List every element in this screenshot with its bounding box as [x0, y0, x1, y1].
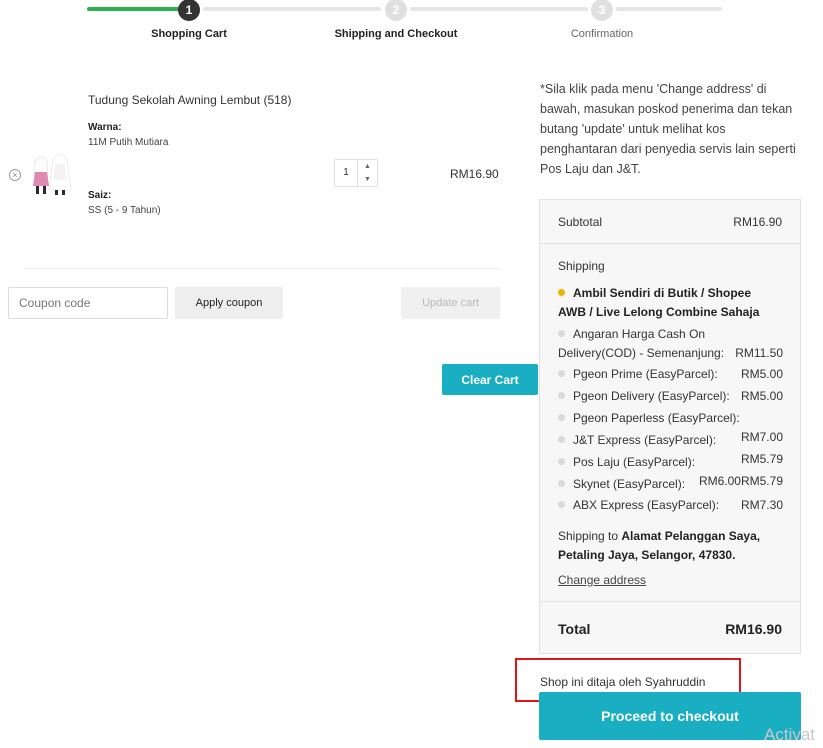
variation-size-value: SS (5 - 9 Tahun)	[88, 205, 161, 216]
quantity-stepper[interactable]: 1 ▲ ▼	[334, 159, 378, 187]
shipping-option[interactable]: J&T Express (EasyParcel):	[558, 433, 716, 447]
shipping-label: Shipping	[558, 259, 605, 273]
step-3-label: Confirmation	[570, 28, 634, 40]
clear-cart-button[interactable]: Clear Cart	[442, 364, 538, 395]
radio-icon[interactable]	[558, 436, 565, 444]
shipping-option-label[interactable]: Angaran Harga Cash On	[573, 327, 705, 341]
shipping-option-price: RM5.79	[740, 452, 783, 466]
product-thumbnail[interactable]	[27, 150, 75, 198]
total-label: Total	[558, 621, 591, 637]
coupon-code-input[interactable]	[8, 287, 168, 319]
total-row: Total RM16.90	[558, 621, 782, 637]
divider	[24, 268, 500, 269]
apply-coupon-button[interactable]: Apply coupon	[175, 287, 283, 319]
radio-icon[interactable]	[558, 414, 565, 422]
shipping-to-prefix: Shipping to	[558, 529, 622, 543]
radio-icon[interactable]	[558, 480, 565, 488]
radio-icon[interactable]	[558, 392, 565, 400]
progress-segment	[410, 7, 588, 11]
shipping-destination-cont: Petaling Jaya, Selangor, 47830.	[558, 548, 735, 562]
sponsor-text: Shop ini ditaja oleh Syahruddin	[540, 675, 706, 689]
cart-totals: Subtotal RM16.90 Shipping Ambil Sendiri …	[539, 199, 801, 654]
subtotal-label: Subtotal	[558, 215, 603, 229]
shipping-option-label[interactable]: Pgeon Prime (EasyParcel):	[573, 367, 718, 381]
subtotal-value: RM16.90	[733, 215, 782, 229]
variation-color-value: 11M Putih Mutiara	[88, 137, 169, 148]
shipping-option[interactable]: Skynet (EasyParcel):	[558, 477, 685, 491]
step-2-circle[interactable]: 2	[385, 0, 407, 21]
shipping-option[interactable]: Pgeon Prime (EasyParcel):	[558, 367, 718, 381]
shipping-option-label[interactable]: Ambil Sendiri di Butik / Shopee	[573, 286, 751, 300]
chevron-down-icon[interactable]: ▼	[358, 173, 377, 186]
step-1-circle[interactable]: 1	[178, 0, 200, 21]
radio-icon[interactable]	[558, 330, 565, 338]
shipping-address-suffix: .	[732, 548, 736, 562]
shipping-option[interactable]: Pgeon Paperless (EasyParcel):	[558, 411, 740, 425]
divider	[540, 243, 800, 244]
shipping-note: *Sila klik pada menu 'Change address' di…	[540, 82, 796, 176]
shipping-option-price: RM5.00	[740, 367, 783, 381]
product-title[interactable]: Tudung Sekolah Awning Lembut (518)	[88, 93, 291, 107]
shipping-option-price: RM5.00	[740, 389, 783, 403]
divider	[540, 601, 800, 602]
subtotal-row: Subtotal RM16.90	[558, 215, 782, 229]
shipping-option-price: RM6.00RM5.79	[698, 474, 783, 488]
radio-icon[interactable]	[558, 501, 565, 509]
update-cart-button[interactable]: Update cart	[401, 287, 500, 319]
shipping-destination: Shipping to Alamat Pelanggan Saya,	[558, 529, 760, 543]
quantity-value[interactable]: 1	[335, 160, 357, 186]
shipping-option-pickup[interactable]: Ambil Sendiri di Butik / Shopee	[558, 286, 751, 300]
shipping-option-label-cont[interactable]: Delivery(COD) - Semenanjung:	[558, 346, 724, 360]
remove-item-icon[interactable]: ×	[9, 169, 21, 181]
item-subtotal: RM16.90	[450, 167, 499, 181]
shipping-option[interactable]: Pos Laju (EasyParcel):	[558, 455, 695, 469]
shipping-address: Alamat Pelanggan Saya,	[621, 529, 761, 543]
activation-watermark: Activat	[764, 725, 816, 744]
step-3-circle: 3	[591, 0, 613, 21]
change-address-text[interactable]: Change address	[558, 573, 646, 587]
variation-color-label: Warna:	[88, 122, 122, 133]
progress-segment	[203, 7, 381, 11]
progress-segment-done	[87, 7, 180, 11]
progress-segment	[616, 7, 722, 11]
shipping-option[interactable]: ABX Express (EasyParcel):	[558, 498, 719, 512]
shipping-address-city: Petaling Jaya, Selangor, 47830	[558, 548, 733, 562]
shipping-option-label[interactable]: Pgeon Paperless (EasyParcel):	[573, 411, 740, 425]
shipping-option-label[interactable]: ABX Express (EasyParcel):	[573, 498, 719, 512]
shipping-option-cod[interactable]: Angaran Harga Cash On	[558, 327, 705, 341]
shipping-option-price: RM7.30	[740, 498, 783, 512]
change-address-link[interactable]: Change address	[558, 573, 646, 587]
step-1-label[interactable]: Shopping Cart	[151, 28, 227, 40]
shipping-option[interactable]: Pgeon Delivery (EasyParcel):	[558, 389, 730, 403]
shipping-option-price: RM7.00	[740, 430, 783, 444]
shipping-option-label[interactable]: J&T Express (EasyParcel):	[573, 433, 716, 447]
shipping-option-label-cont[interactable]: AWB / Live Lelong Combine Sahaja	[558, 305, 759, 319]
variation-size-label: Saiz:	[88, 190, 112, 201]
shipping-option-label[interactable]: Pgeon Delivery (EasyParcel):	[573, 389, 730, 403]
radio-selected-icon[interactable]	[558, 289, 565, 297]
chevron-up-icon[interactable]: ▲	[358, 160, 377, 173]
shipping-option-label[interactable]: Skynet (EasyParcel):	[573, 477, 685, 491]
quantity-spinner[interactable]: ▲ ▼	[357, 160, 377, 186]
radio-icon[interactable]	[558, 370, 565, 378]
shipping-option-price: RM11.50	[735, 346, 783, 360]
step-2-label[interactable]: Shipping and Checkout	[335, 28, 458, 40]
total-value: RM16.90	[725, 621, 782, 637]
proceed-to-checkout-button[interactable]: Proceed to checkout	[539, 692, 801, 740]
shipping-option-label[interactable]: Pos Laju (EasyParcel):	[573, 455, 695, 469]
radio-icon[interactable]	[558, 458, 565, 466]
